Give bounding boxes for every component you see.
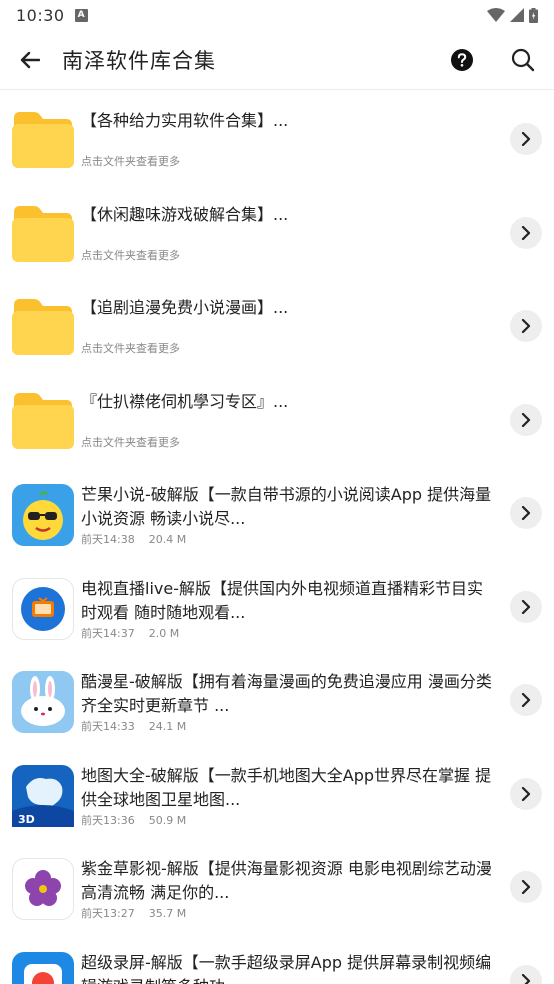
file-row[interactable]: 超级录屏-解版【一款手超级录屏App 提供屏幕录制视频编辑游戏录制等多种功 bbox=[0, 934, 554, 984]
search-button[interactable] bbox=[505, 42, 541, 78]
open-button[interactable] bbox=[510, 216, 542, 249]
status-bar: 10:30 A bbox=[0, 0, 554, 30]
folder-icon bbox=[12, 205, 74, 262]
open-button[interactable] bbox=[510, 871, 542, 903]
folder-subtitle: 点击文件夹查看更多 bbox=[81, 435, 180, 449]
chevron-right-icon bbox=[521, 880, 531, 894]
folder-row[interactable]: 【追剧追漫免费小说漫画】... 点击文件夹查看更多 bbox=[0, 279, 554, 373]
file-meta: 前天13:36 50.9 M bbox=[81, 812, 186, 828]
file-time: 前天14:33 bbox=[81, 720, 135, 733]
folder-row[interactable]: 『仕扒襟佬伺机學习专区』... 点击文件夹查看更多 bbox=[0, 373, 554, 467]
folder-icon bbox=[12, 392, 74, 449]
folder-icon bbox=[12, 112, 74, 168]
file-time: 前天13:36 bbox=[81, 813, 135, 827]
file-title: 电视直播live-解版【提供国内外电视频道直播精彩节目实时观看 随时随地观看..… bbox=[81, 578, 483, 622]
open-button[interactable] bbox=[510, 403, 542, 436]
file-size: 20.4 M bbox=[148, 533, 187, 546]
file-title: 芒果小说-破解版【一款自带书源的小说阅读App 提供海量小说资源 畅读小说尽..… bbox=[81, 485, 492, 528]
chevron-right-icon bbox=[521, 319, 531, 333]
file-title: 紫金草影视-解版【提供海量影视资源 电影电视剧综艺动漫 高清流畅 满足你的... bbox=[81, 859, 492, 902]
open-button[interactable] bbox=[510, 123, 542, 155]
screen-record-icon bbox=[12, 951, 74, 984]
open-button[interactable] bbox=[510, 964, 542, 984]
file-meta: 前天14:37 2.0 M bbox=[81, 625, 179, 641]
file-title: 地图大全-破解版【一款手机地图大全App世界尽在掌握 提供全球地图卫星地图... bbox=[81, 765, 492, 809]
map-3d-icon: 3D bbox=[12, 764, 74, 827]
file-row[interactable]: 紫金草影视-解版【提供海量影视资源 电影电视剧综艺动漫 高清流畅 满足你的...… bbox=[0, 840, 554, 934]
folder-title: 【各种给力实用软件合集】... bbox=[81, 111, 289, 130]
folder-row[interactable]: 【各种给力实用软件合集】... 点击文件夹查看更多 bbox=[0, 92, 554, 186]
open-button[interactable] bbox=[510, 310, 542, 342]
back-button[interactable] bbox=[0, 30, 60, 90]
app-bar: 南泽软件库合集 bbox=[0, 30, 554, 90]
folder-icon bbox=[12, 299, 74, 355]
folder-title: 【追剧追漫免费小说漫画】... bbox=[81, 298, 289, 317]
svg-text:3D: 3D bbox=[18, 813, 35, 826]
open-button[interactable] bbox=[510, 684, 542, 716]
status-indicators bbox=[487, 7, 538, 23]
battery-icon bbox=[529, 7, 538, 23]
folder-subtitle: 点击文件夹查看更多 bbox=[81, 342, 180, 355]
file-size: 35.7 M bbox=[148, 907, 187, 920]
file-title: 酷漫星-破解版【拥有着海量漫画的免费追漫应用 漫画分类齐全实时更新章节 ... bbox=[81, 672, 492, 715]
arrow-left-icon bbox=[20, 51, 40, 68]
chevron-right-icon bbox=[521, 132, 531, 146]
file-row[interactable]: 芒果小说-破解版【一款自带书源的小说阅读App 提供海量小说资源 畅读小说尽..… bbox=[0, 466, 554, 560]
folder-subtitle: 点击文件夹查看更多 bbox=[81, 248, 180, 262]
file-meta: 前天13:27 35.7 M bbox=[81, 905, 186, 921]
file-time: 前天14:37 bbox=[81, 626, 135, 640]
file-size: 24.1 M bbox=[148, 720, 187, 733]
file-size: 50.9 M bbox=[148, 813, 187, 827]
file-row[interactable]: 3D 地图大全-破解版【一款手机地图大全App世界尽在掌握 提供全球地图卫星地图… bbox=[0, 747, 554, 841]
chevron-right-icon bbox=[521, 225, 531, 240]
question-circle-icon bbox=[451, 49, 473, 71]
file-title: 超级录屏-解版【一款手超级录屏App 提供屏幕录制视频编辑游戏录制等多种功 bbox=[81, 952, 492, 984]
help-button[interactable] bbox=[444, 42, 480, 78]
file-time: 前天13:27 bbox=[81, 907, 135, 920]
open-button[interactable] bbox=[510, 590, 542, 623]
file-list: 【各种给力实用软件合集】... 点击文件夹查看更多 【休闲趣味游戏破解合集】..… bbox=[0, 92, 554, 984]
tv-live-icon bbox=[12, 577, 74, 640]
file-size: 2.0 M bbox=[148, 626, 180, 640]
folder-row[interactable]: 【休闲趣味游戏破解合集】... 点击文件夹查看更多 bbox=[0, 186, 554, 280]
wifi-icon bbox=[487, 8, 505, 22]
chevron-right-icon bbox=[521, 599, 531, 614]
folder-subtitle: 点击文件夹查看更多 bbox=[81, 155, 180, 168]
folder-title: 『仕扒襟佬伺机學习专区』... bbox=[81, 391, 289, 411]
file-row[interactable]: 酷漫星-破解版【拥有着海量漫画的免费追漫应用 漫画分类齐全实时更新章节 ... … bbox=[0, 653, 554, 747]
chevron-right-icon bbox=[521, 786, 531, 801]
file-meta: 前天14:38 20.4 M bbox=[81, 531, 186, 547]
chevron-right-icon bbox=[521, 693, 531, 707]
chevron-right-icon bbox=[521, 506, 531, 520]
file-row[interactable]: 电视直播live-解版【提供国内外电视频道直播精彩节目实时观看 随时随地观看..… bbox=[0, 560, 554, 654]
signal-icon bbox=[510, 8, 524, 22]
open-button[interactable] bbox=[510, 777, 542, 810]
chevron-right-icon bbox=[521, 412, 531, 427]
status-time: 10:30 bbox=[16, 5, 65, 25]
file-time: 前天14:38 bbox=[81, 533, 135, 546]
purple-flower-icon bbox=[12, 858, 74, 920]
search-icon bbox=[511, 48, 535, 72]
notification-icon: A bbox=[74, 8, 88, 22]
open-button[interactable] bbox=[510, 497, 542, 529]
comic-star-icon bbox=[12, 671, 74, 733]
page-title: 南泽软件库合集 bbox=[62, 48, 216, 73]
mango-novel-icon bbox=[12, 484, 74, 546]
file-meta: 前天14:33 24.1 M bbox=[81, 718, 186, 734]
folder-title: 【休闲趣味游戏破解合集】... bbox=[81, 204, 289, 224]
chevron-right-icon bbox=[521, 973, 531, 984]
